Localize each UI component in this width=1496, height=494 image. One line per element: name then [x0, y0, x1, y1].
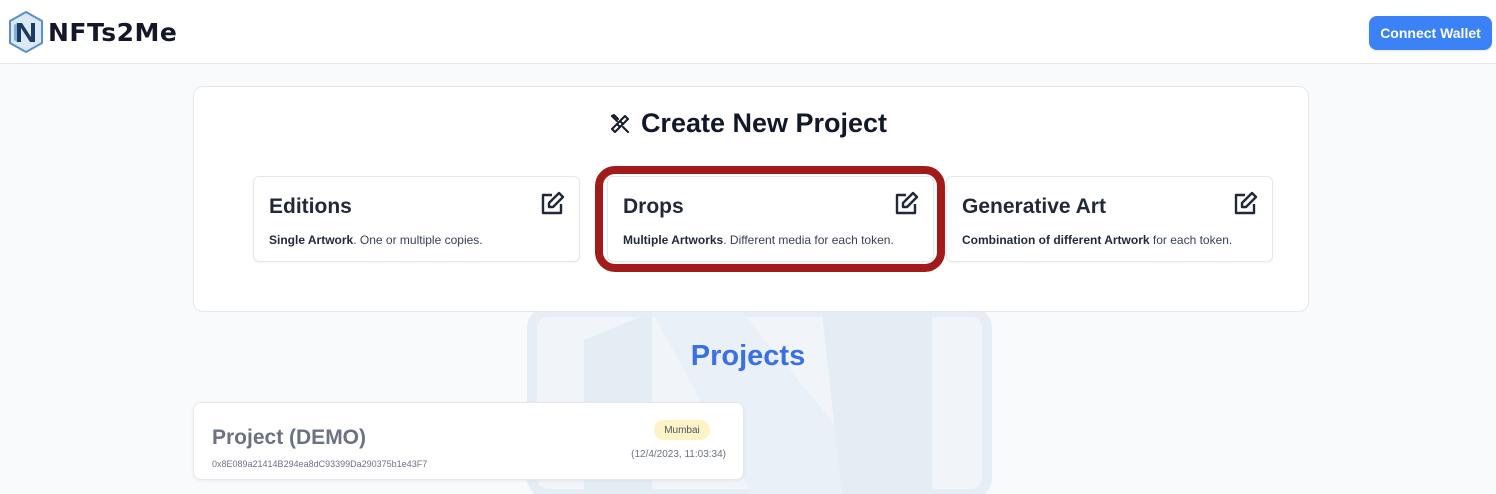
option-title: Drops [623, 195, 684, 218]
option-editions[interactable]: Editions Single Artwork. One or multiple… [253, 176, 580, 262]
option-description: Combination of different Artwork for eac… [962, 233, 1233, 247]
option-drops[interactable]: Drops Multiple Artworks. Different media… [607, 176, 934, 262]
project-name: Project (DEMO) [212, 426, 367, 449]
logo[interactable]: NFTs2Me [8, 11, 177, 53]
edit-icon [539, 191, 565, 222]
projects-heading: Projects [690, 340, 806, 372]
logo-text: NFTs2Me [48, 17, 178, 47]
option-title: Editions [269, 195, 352, 218]
network-badge: Mumbai [654, 420, 710, 440]
tools-icon [609, 113, 631, 135]
edit-icon [893, 191, 919, 222]
create-project-title-text: Create New Project [640, 108, 888, 138]
connect-wallet-button[interactable]: Connect Wallet [1369, 16, 1492, 50]
option-generative-art[interactable]: Generative Art Combination of different … [946, 176, 1273, 262]
project-card[interactable]: Project (DEMO) 0x8E089a21414B294ea8dC933… [193, 402, 744, 480]
top-navbar: NFTs2Me Connect Wallet [0, 0, 1496, 64]
option-title: Generative Art [962, 195, 1106, 218]
edit-icon [1232, 191, 1258, 222]
create-project-title: Create New Project [0, 108, 1496, 139]
logo-mark-icon [9, 11, 43, 53]
option-description: Single Artwork. One or multiple copies. [269, 233, 483, 247]
project-date: (12/4/2023, 11:03:34) [631, 449, 726, 460]
option-description: Multiple Artworks. Different media for e… [623, 233, 894, 247]
project-address: 0x8E089a21414B294ea8dC93399Da290375b1e43… [212, 459, 428, 469]
